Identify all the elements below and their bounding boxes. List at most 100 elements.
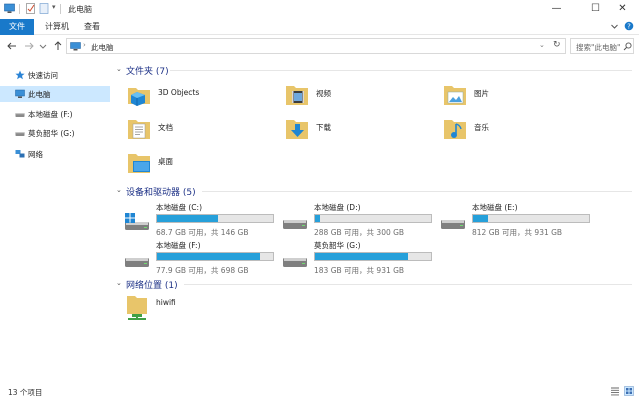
drive-usage-fill [157, 215, 219, 222]
drive-f[interactable]: 本地磁盘 (F:) 77.9 GB 可用，共 698 GB [124, 240, 284, 275]
group-title: 网络位置 (1) [126, 281, 178, 291]
sidebar-item-drive-f[interactable]: 本地磁盘 (F:) [0, 106, 110, 122]
folder-label: 图片 [474, 89, 489, 98]
drive-usage-bar [314, 252, 432, 261]
drive-label: 本地磁盘 (C:) [156, 203, 202, 212]
folder-label: 文档 [158, 123, 173, 132]
window-title: 此电脑 [68, 5, 92, 14]
3d-objects-folder-icon [128, 88, 150, 106]
address-bar[interactable]: › 此电脑 ⌄ ↻ [66, 38, 566, 54]
address-path[interactable]: 此电脑 [91, 42, 114, 53]
drive-icon [441, 220, 465, 229]
drive-c[interactable]: 本地磁盘 (C:) 68.7 GB 可用，共 146 GB [124, 202, 284, 237]
drive-free-space: 68.7 GB 可用，共 146 GB [156, 228, 249, 237]
drive-usage-bar [156, 252, 274, 261]
large-icons-view-icon[interactable] [624, 386, 634, 396]
computer-icon [70, 42, 81, 51]
folder-label: 桌面 [158, 157, 173, 166]
address-dropdown-icon[interactable]: ⌄ [539, 41, 545, 49]
sidebar-item-quick-access[interactable]: 快速访问 [0, 67, 110, 83]
help-icon[interactable]: ? [624, 21, 634, 31]
drive-label: 本地磁盘 (E:) [472, 203, 518, 212]
drive-g[interactable]: 莫负韶华 (G:) 183 GB 可用，共 931 GB [282, 240, 442, 275]
forward-button[interactable] [22, 39, 36, 53]
drive-icon [15, 132, 25, 136]
chevron-down-icon[interactable]: ⌄ [116, 279, 122, 287]
drive-d[interactable]: 本地磁盘 (D:) 288 GB 可用，共 300 GB [282, 202, 442, 237]
drive-icon [15, 113, 25, 117]
drive-label: 本地磁盘 (F:) [156, 241, 201, 250]
item-count: 13 个项目 [8, 388, 43, 397]
drive-label: 莫负韶华 (G:) [314, 241, 361, 250]
divider [170, 70, 632, 71]
arrow-up-icon [54, 41, 62, 50]
chevron-down-icon[interactable]: ⌄ [116, 186, 122, 194]
sidebar-item-this-pc[interactable]: 此电脑 [0, 86, 110, 102]
close-button[interactable]: ✕ [606, 0, 639, 18]
drive-usage-fill [473, 215, 489, 222]
refresh-icon[interactable]: ↻ [553, 40, 561, 50]
drive-usage-bar [472, 214, 590, 223]
folder-pictures[interactable]: 图片 [442, 82, 592, 112]
customize-quick-access-icon[interactable]: ▾ [52, 3, 56, 11]
drive-free-space: 812 GB 可用，共 931 GB [472, 228, 563, 237]
group-header-network[interactable]: ⌄ 网络位置 (1) [112, 278, 632, 291]
folder-downloads[interactable]: 下载 [284, 116, 434, 146]
group-header-drives[interactable]: ⌄ 设备和驱动器 (5) [112, 185, 632, 198]
arrow-left-icon [7, 42, 16, 50]
group-title: 文件夹 (7) [126, 67, 169, 77]
documents-folder-icon [128, 120, 150, 139]
new-folder-icon[interactable] [39, 3, 50, 14]
chevron-right-icon[interactable]: › [83, 41, 86, 49]
separator [60, 4, 61, 14]
network-location-hiwifi[interactable]: hiwifi [124, 294, 274, 324]
sidebar-item-label: 此电脑 [28, 90, 51, 99]
search-icon [623, 42, 632, 51]
sidebar-item-network[interactable]: 网络 [0, 146, 110, 162]
separator [19, 4, 20, 14]
folder-documents[interactable]: 文档 [126, 116, 276, 146]
downloads-folder-icon [286, 120, 308, 139]
back-button[interactable] [5, 39, 19, 53]
folder-label: 视频 [316, 89, 331, 98]
svg-text:?: ? [627, 23, 631, 31]
recent-locations-button[interactable] [38, 39, 48, 53]
status-bar: 13 个项目 [0, 382, 639, 400]
windows-drive-icon [125, 213, 149, 230]
network-share-icon [127, 296, 147, 320]
drive-usage-fill [157, 253, 261, 260]
tab-file[interactable]: 文件 [0, 19, 34, 35]
folder-music[interactable]: 音乐 [442, 116, 592, 146]
details-view-icon[interactable] [610, 386, 620, 396]
sidebar-item-drive-g[interactable]: 莫负韶华 (G:) [0, 125, 110, 141]
drive-usage-fill [315, 253, 408, 260]
divider [202, 191, 632, 192]
drive-usage-bar [156, 214, 274, 223]
sidebar-item-label: 快速访问 [28, 71, 58, 80]
network-icon [15, 150, 25, 158]
folder-videos[interactable]: 视频 [284, 82, 434, 112]
group-header-folders[interactable]: ⌄ 文件夹 (7) [112, 64, 632, 77]
computer-icon [15, 89, 25, 98]
chevron-down-icon[interactable]: ⌄ [116, 65, 122, 73]
content-area: ⌄ 文件夹 (7) 3D Objects 视频 图片 文档 下载 音乐 桌面 ⌄… [112, 58, 639, 380]
group-title: 设备和驱动器 (5) [126, 188, 196, 198]
drive-usage-bar [314, 214, 432, 223]
folder-desktop[interactable]: 桌面 [126, 150, 276, 180]
minimize-button[interactable]: — [540, 0, 573, 18]
drive-icon [125, 258, 149, 267]
music-folder-icon [444, 120, 466, 139]
folder-3d-objects[interactable]: 3D Objects [126, 82, 276, 112]
tab-view[interactable]: 查看 [80, 19, 104, 35]
tab-computer[interactable]: 计算机 [38, 19, 76, 35]
up-button[interactable] [51, 39, 65, 53]
drive-e[interactable]: 本地磁盘 (E:) 812 GB 可用，共 931 GB [440, 202, 600, 237]
folder-label: 3D Objects [158, 88, 200, 97]
chevron-down-icon[interactable] [610, 22, 619, 31]
search-input[interactable]: 搜索"此电脑" [570, 38, 634, 54]
properties-icon[interactable] [25, 3, 36, 14]
divider [184, 284, 632, 285]
sidebar-item-label: 莫负韶华 (G:) [28, 129, 75, 138]
title-bar: ▾ 此电脑 — ☐ ✕ [0, 0, 639, 18]
folder-label: 下载 [316, 123, 331, 132]
